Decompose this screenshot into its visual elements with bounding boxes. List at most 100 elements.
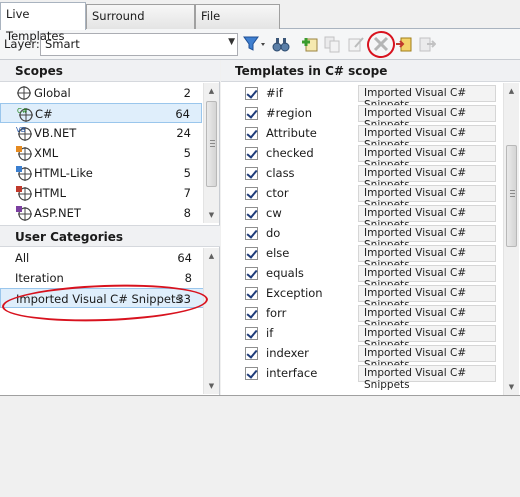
scroll-up-icon[interactable]: ▲ [204,248,219,264]
template-category-tag: Imported Visual C# Snippets [358,325,496,351]
copy-icon[interactable] [323,35,341,53]
scope-count: 2 [183,86,191,100]
category-count: 64 [177,251,192,265]
template-row[interactable]: interface Imported Visual C# Snippets [221,363,501,391]
scroll-thumb[interactable] [206,101,217,187]
category-item-all[interactable]: All 64 [0,248,206,268]
svg-text:VB: VB [16,126,26,134]
scope-item-html-like[interactable]: HTML-Like 5 [0,163,202,183]
template-checkbox[interactable] [245,327,258,340]
template-row[interactable]: #region Imported Visual C# Snippets [221,103,501,131]
template-checkbox[interactable] [245,307,258,320]
tab-live-templates[interactable]: Live Templates [0,2,86,43]
template-name: ctor [266,186,289,200]
edit-icon[interactable] [347,35,365,53]
scope-count: 64 [175,107,190,121]
template-checkbox[interactable] [245,347,258,360]
export-icon[interactable] [395,35,413,53]
templates-scrollbar[interactable]: ▲ ▼ [503,83,519,395]
template-name: Exception [266,286,323,300]
scope-label: ASP.NET [34,206,81,220]
template-row[interactable]: forr Imported Visual C# Snippets [221,303,501,331]
template-checkbox[interactable] [245,187,258,200]
template-category-tag: Imported Visual C# Snippets [358,105,496,131]
template-row[interactable]: indexer Imported Visual C# Snippets [221,343,501,371]
filter-icon[interactable] [243,35,267,53]
template-category-tag: Imported Visual C# Snippets [358,345,496,371]
scope-label: XML [34,146,59,160]
template-checkbox[interactable] [245,107,258,120]
scroll-down-icon[interactable]: ▼ [204,378,219,394]
template-checkbox[interactable] [245,247,258,260]
scope-label: HTML [34,186,67,200]
template-checkbox[interactable] [245,227,258,240]
template-name: else [266,246,290,260]
scope-item-html[interactable]: HTML 7 [0,183,202,203]
template-name: indexer [266,346,309,360]
template-name: equals [266,266,304,280]
template-row[interactable]: if Imported Visual C# Snippets [221,323,501,351]
svg-text:C#: C# [17,107,28,115]
scopes-scrollbar[interactable]: ▲ ▼ [203,83,219,223]
tab-file-templates[interactable]: File Templates [195,4,280,45]
scope-item-xml[interactable]: XML 5 [0,143,202,163]
scope-label: C# [35,107,53,121]
template-category-tag: Imported Visual C# Snippets [358,205,496,231]
template-name: forr [266,306,287,320]
template-row[interactable]: else Imported Visual C# Snippets [221,243,501,271]
csharp-scope-icon: C# [17,107,33,122]
scope-item-vbnet[interactable]: VB VB.NET 24 [0,123,202,143]
binoculars-icon[interactable] [272,35,290,53]
template-category-tag: Imported Visual C# Snippets [358,225,496,251]
template-checkbox[interactable] [245,367,258,380]
scroll-down-icon[interactable]: ▼ [504,379,519,395]
category-label: All [15,251,30,265]
scope-count: 5 [183,146,191,160]
template-row[interactable]: ctor Imported Visual C# Snippets [221,183,501,211]
template-name: if [266,326,274,340]
template-row[interactable]: class Imported Visual C# Snippets [221,163,501,191]
scope-item-aspnet[interactable]: ASP.NET 8 [0,203,202,223]
scope-item-csharp[interactable]: C# C# 64 [0,103,202,123]
scroll-up-icon[interactable]: ▲ [204,83,219,99]
template-category-tag: Imported Visual C# Snippets [358,305,496,331]
scope-label: VB.NET [34,126,77,140]
scroll-down-icon[interactable]: ▼ [204,207,219,223]
template-checkbox[interactable] [245,127,258,140]
templates-heading: Templates in C# scope [221,60,520,82]
scope-count: 5 [183,166,191,180]
categories-scrollbar[interactable]: ▲ ▼ [203,248,219,394]
template-category-tag: Imported Visual C# Snippets [358,265,496,291]
template-row[interactable]: do Imported Visual C# Snippets [221,223,501,251]
import-icon[interactable] [418,35,437,53]
template-name: class [266,166,295,180]
template-checkbox[interactable] [245,207,258,220]
scope-item-global[interactable]: Global 2 [0,83,202,103]
template-checkbox[interactable] [245,267,258,280]
tab-surround-templates[interactable]: Surround Templates [86,4,195,45]
template-checkbox[interactable] [245,87,258,100]
template-row[interactable]: #if Imported Visual C# Snippets [221,83,501,111]
layer-select[interactable]: Smart ▼ [40,33,238,56]
template-category-tag: Imported Visual C# Snippets [358,165,496,191]
template-checkbox[interactable] [245,167,258,180]
left-panel: Scopes Global 2 C# C# 64 VB VB.NET 24 XM… [0,60,220,395]
template-checkbox[interactable] [245,287,258,300]
template-row[interactable]: cw Imported Visual C# Snippets [221,203,501,231]
template-category-tag: Imported Visual C# Snippets [358,285,496,311]
scope-count: 24 [176,126,191,140]
new-template-icon[interactable] [301,35,319,53]
template-name: Attribute [266,126,317,140]
template-row[interactable]: Exception Imported Visual C# Snippets [221,283,501,311]
template-row[interactable]: equals Imported Visual C# Snippets [221,263,501,291]
category-count: 8 [184,271,192,285]
template-category-tag: Imported Visual C# Snippets [358,145,496,171]
template-checkbox[interactable] [245,147,258,160]
template-row[interactable]: Attribute Imported Visual C# Snippets [221,123,501,151]
template-row[interactable]: checked Imported Visual C# Snippets [221,143,501,171]
scroll-thumb[interactable] [506,145,517,247]
scroll-up-icon[interactable]: ▲ [504,83,519,99]
template-category-tag: Imported Visual C# Snippets [358,85,496,111]
right-panel: Templates in C# scope #if Imported Visual… [221,60,520,395]
template-category-tag: Imported Visual C# Snippets [358,245,496,271]
